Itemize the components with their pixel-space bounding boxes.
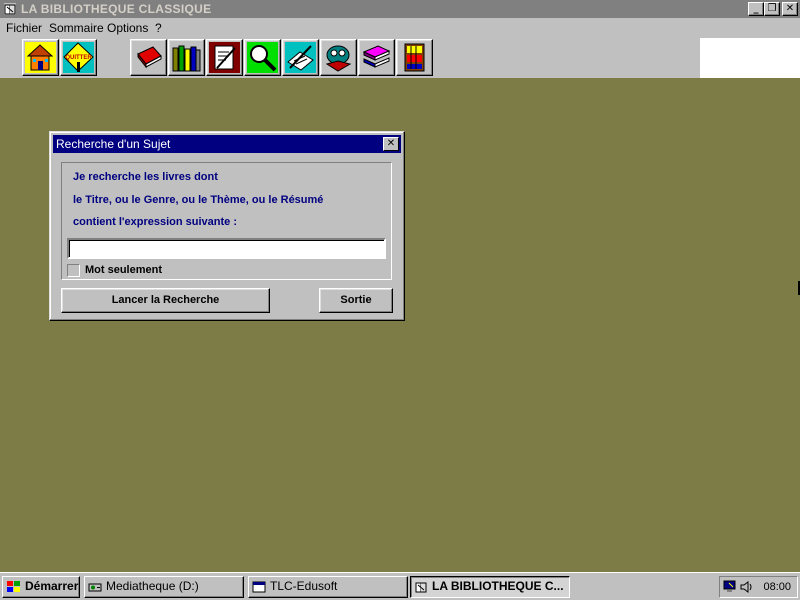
toolbar: QUITTER: [0, 38, 800, 78]
mot-seulement-checkbox[interactable]: [67, 264, 80, 277]
instruction-line-3: contient l'expression suivante :: [73, 216, 237, 228]
task-label: TLC-Edusoft: [270, 579, 338, 593]
red-book-button[interactable]: [130, 39, 167, 76]
restore-button[interactable]: ❐: [764, 2, 780, 16]
search-dialog: Recherche d'un Sujet ✕ Je recherche les …: [49, 131, 405, 321]
task-mediatheque[interactable]: Mediatheque (D:): [84, 576, 244, 598]
books-shelf-button[interactable]: [168, 39, 205, 76]
open-book-button[interactable]: [282, 39, 319, 76]
dialog-title: Recherche d'un Sujet: [56, 137, 171, 151]
exit-button[interactable]: Sortie: [319, 288, 393, 313]
menu-help[interactable]: ?: [155, 21, 162, 35]
home-icon: [25, 42, 56, 73]
writing-button[interactable]: [206, 39, 243, 76]
books-shelf-icon: [172, 45, 201, 72]
start-label: Démarrer: [25, 579, 79, 593]
search-button[interactable]: [244, 39, 281, 76]
dialog-title-bar[interactable]: Recherche d'un Sujet ✕: [53, 135, 401, 153]
start-button[interactable]: Démarrer: [2, 576, 80, 598]
clock[interactable]: 08:00: [763, 581, 791, 593]
reading-face-icon: [323, 42, 354, 73]
bookcase-icon: [404, 43, 425, 72]
app-icon: [415, 582, 427, 593]
monitor-icon[interactable]: [723, 580, 737, 594]
drive-icon: [88, 583, 102, 592]
window-title: LA BIBLIOTHEQUE CLASSIQUE: [21, 2, 212, 16]
menu-fichier-label: Fichier: [6, 21, 43, 35]
menu-options[interactable]: Options: [107, 21, 148, 35]
menu-sommaire-label: Sommaire: [49, 21, 104, 35]
red-book-icon: [137, 46, 162, 69]
task-bibliotheque[interactable]: LA BIBLIOTHEQUE C...: [410, 576, 570, 598]
system-tray: 08:00: [719, 576, 798, 598]
toolbar-blank-panel: [700, 38, 800, 78]
launch-search-button[interactable]: Lancer la Recherche: [61, 288, 270, 313]
task-label: LA BIBLIOTHEQUE C...: [432, 579, 564, 593]
speaker-icon[interactable]: [739, 580, 753, 594]
task-label: Mediatheque (D:): [106, 579, 199, 593]
search-criteria-group: Je recherche les livres dont le Titre, o…: [61, 162, 392, 280]
magnifier-icon: [247, 42, 278, 73]
app-title-bar[interactable]: LA BIBLIOTHEQUE CLASSIQUE _ ❐ ✕: [0, 0, 800, 18]
writing-icon: [209, 42, 240, 73]
instruction-line-1: Je recherche les livres dont: [73, 171, 218, 183]
menu-bar: Fichier Sommaire Options ?: [0, 18, 800, 38]
task-tlc-edusoft[interactable]: TLC-Edusoft: [248, 576, 408, 598]
minimize-button[interactable]: _: [748, 2, 764, 16]
bookcase-button[interactable]: [396, 39, 433, 76]
home-button[interactable]: [22, 39, 59, 76]
menu-fichier[interactable]: Fichier: [6, 21, 42, 35]
menu-options-label: Options: [107, 21, 149, 35]
search-expression-input[interactable]: [67, 238, 386, 259]
quit-button[interactable]: QUITTER: [60, 39, 97, 76]
window-icon: [252, 581, 266, 593]
windows-logo-icon: [7, 581, 20, 592]
taskbar: Démarrer Mediatheque (D:) TLC-Edusoft LA…: [0, 572, 800, 600]
mot-seulement-label: Mot seulement: [85, 264, 163, 276]
menu-sommaire[interactable]: Sommaire: [49, 21, 104, 35]
app-icon: [4, 3, 16, 15]
quit-sign-icon: QUITTER: [63, 42, 94, 73]
dialog-close-button[interactable]: ✕: [383, 137, 399, 151]
stacked-books-icon: [362, 45, 391, 68]
menu-help-label: ?: [155, 21, 162, 35]
window-close-button[interactable]: ✕: [782, 2, 798, 16]
quit-sign-text: QUITTER: [65, 55, 92, 61]
open-book-icon: [285, 42, 316, 73]
instruction-line-2: le Titre, ou le Genre, ou le Thème, ou l…: [73, 194, 324, 206]
reading-face-button[interactable]: [320, 39, 357, 76]
stacked-books-button[interactable]: [358, 39, 395, 76]
